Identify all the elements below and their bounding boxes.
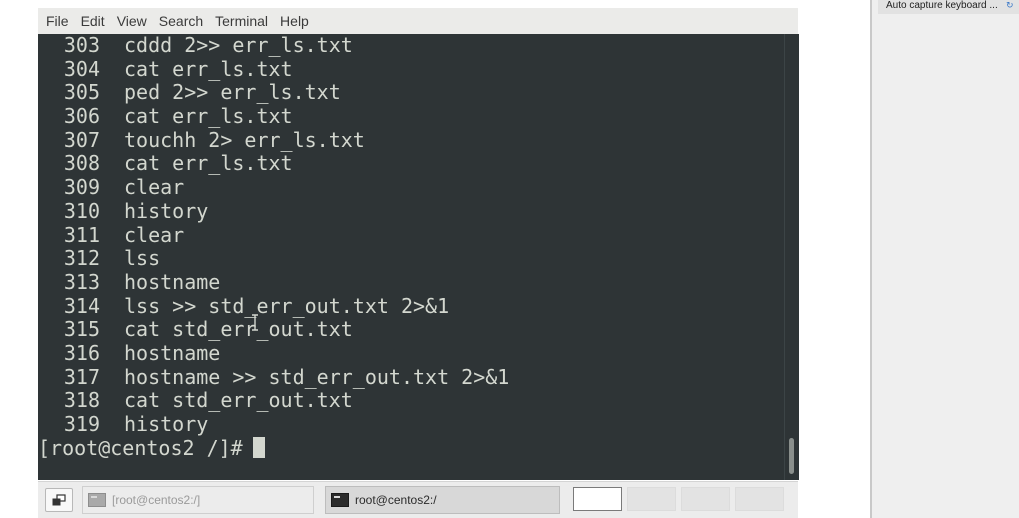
history-line: 319 history [38, 412, 509, 437]
history-command: clear [124, 175, 185, 200]
terminal-screen[interactable]: 303 cddd 2>> err_ls.txt 304 cat err_ls.txt 3… [38, 34, 784, 480]
history-command: history [124, 198, 209, 223]
history-command: cat err_ls.txt [124, 104, 293, 129]
history-command: clear [124, 222, 185, 247]
history-command: history [124, 412, 209, 436]
history-command: cat err_ls.txt [124, 56, 293, 81]
history-number: 314 [63, 293, 100, 318]
history-line: 303 cddd 2>> err_ls.txt [38, 34, 509, 58]
history-line: 316 hostname [38, 340, 509, 366]
menu-search[interactable]: Search [153, 8, 209, 34]
history-command: hostname [124, 340, 221, 365]
taskbar: [root@centos2:/] root@centos2:/ [38, 481, 798, 518]
history-number: 303 [63, 34, 100, 57]
shell-prompt-line[interactable]: [root@centos2 /]# [38, 435, 509, 461]
history-line: 304 cat err_ls.txt [38, 56, 509, 82]
terminal-icon [331, 493, 349, 507]
history-number: 309 [63, 175, 100, 200]
history-line: 310 history [38, 198, 509, 224]
history-line: 314 lss >> std_err_out.txt 2>&1 [38, 293, 509, 319]
history-command: lss >> std_err_out.txt 2>&1 [124, 293, 450, 318]
history-line: 317 hostname >> std_err_out.txt 2>&1 [38, 364, 510, 390]
history-number: 312 [63, 246, 100, 271]
history-number: 306 [63, 104, 100, 129]
link-icon[interactable]: ↻ [1006, 1, 1014, 11]
workspace-2[interactable] [627, 487, 676, 511]
show-desktop-icon [52, 494, 66, 506]
history-number: 307 [63, 127, 100, 152]
desktop-screen: File Edit View Search Terminal Help 303 c… [0, 0, 1019, 518]
history-line: 307 touchh 2> err_ls.txt [38, 127, 509, 153]
menu-edit[interactable]: Edit [75, 8, 111, 34]
history-number: 313 [63, 269, 100, 294]
history-number: 316 [63, 340, 100, 365]
history-line: 315 cat std_err_out.txt [38, 318, 509, 342]
taskbar-item-terminal-active[interactable]: root@centos2:/ [325, 486, 560, 514]
scrollbar-thumb[interactable] [789, 438, 794, 474]
history-line: 306 cat err_ls.txt [38, 104, 509, 129]
workspace-1[interactable] [573, 487, 622, 511]
task-label: [root@centos2:/] [112, 493, 201, 507]
history-command: hostname [124, 269, 221, 294]
terminal-window: File Edit View Search Terminal Help 303 c… [38, 8, 799, 480]
history-command: cddd 2>> err_ls.txt [124, 34, 353, 57]
history-number: 318 [63, 388, 100, 413]
history-command: cat std_err_out.txt [124, 317, 353, 342]
block-cursor [252, 436, 265, 458]
taskbar-item-terminal-inactive[interactable]: [root@centos2:/] [82, 486, 314, 514]
terminal-icon [88, 493, 106, 507]
history-line: 312 lss [38, 246, 509, 271]
history-command: ped 2>> err_ls.txt [124, 80, 341, 105]
terminal-scrollbar[interactable] [784, 34, 799, 480]
history-line: 318 cat std_err_out.txt [38, 389, 509, 413]
task-label: root@centos2:/ [355, 493, 437, 507]
menu-terminal[interactable]: Terminal [209, 8, 274, 34]
menu-file[interactable]: File [38, 8, 75, 34]
auto-capture-tab[interactable]: Auto capture keyboard ... [878, 0, 1019, 14]
history-line: 311 clear [38, 222, 509, 248]
history-number: 311 [63, 222, 100, 247]
workspace-4[interactable] [735, 487, 784, 511]
side-panel: Auto capture keyboard ... ↻ [870, 0, 1019, 518]
history-number: 304 [63, 56, 100, 81]
history-command: cat err_ls.txt [124, 151, 293, 176]
history-line: 313 hostname [38, 269, 509, 295]
history-line: 308 cat err_ls.txt [38, 152, 509, 176]
menu-view[interactable]: View [111, 8, 153, 34]
history-command: lss [124, 246, 161, 271]
history-number: 315 [63, 317, 100, 342]
history-line: 309 clear [38, 175, 509, 200]
history-number: 317 [63, 364, 100, 389]
history-line: 305 ped 2>> err_ls.txt [38, 81, 509, 105]
terminal-menubar: File Edit View Search Terminal Help [38, 8, 798, 34]
workspace-3[interactable] [681, 487, 730, 511]
history-number: 305 [63, 80, 100, 105]
history-number: 319 [63, 412, 100, 436]
shell-prompt: [root@centos2 /]# [38, 435, 243, 460]
text-cursor-icon [252, 314, 258, 331]
history-command: cat std_err_out.txt [124, 388, 353, 413]
history-number: 308 [63, 151, 100, 176]
terminal-output: 303 cddd 2>> err_ls.txt 304 cat err_ls.txt 3… [38, 34, 509, 461]
history-command: touchh 2> err_ls.txt [124, 127, 365, 152]
auto-capture-label: Auto capture keyboard ... [886, 0, 998, 11]
menu-help[interactable]: Help [274, 8, 315, 34]
show-desktop-button[interactable] [45, 488, 73, 512]
history-command: hostname >> std_err_out.txt 2>&1 [124, 364, 510, 389]
history-number: 310 [63, 198, 100, 223]
